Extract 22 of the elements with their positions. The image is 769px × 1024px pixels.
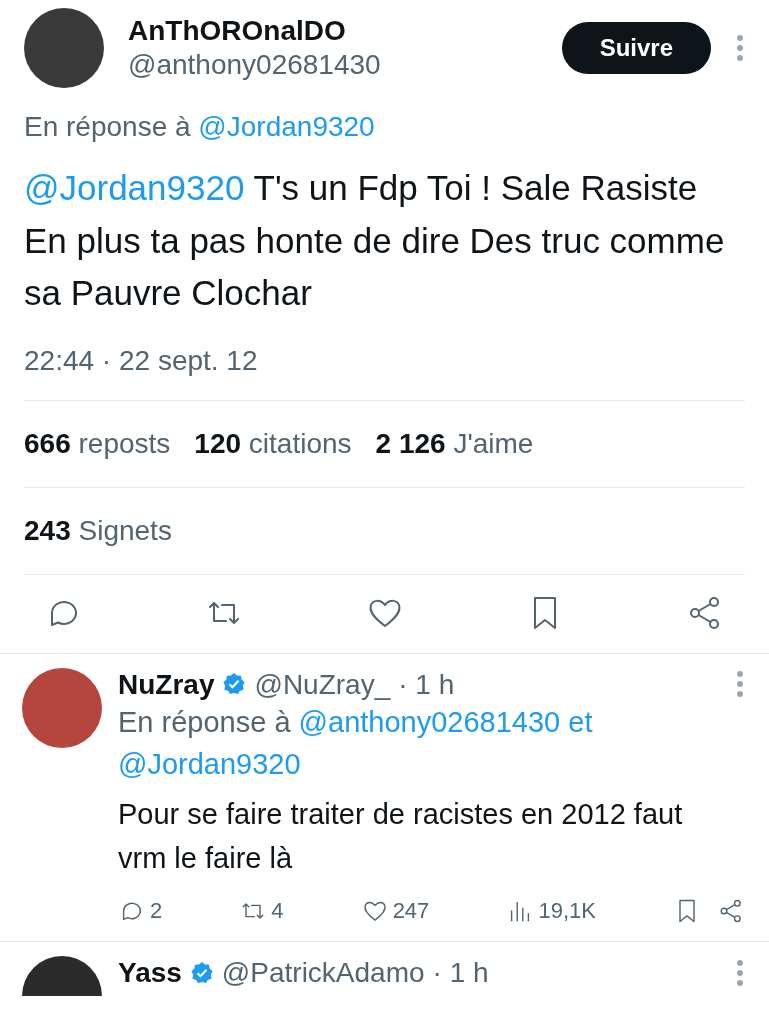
user-handle[interactable]: @NuZray_: [254, 667, 391, 702]
display-name[interactable]: NuZray: [118, 667, 215, 702]
post-time: · 1 h: [398, 667, 455, 702]
display-name[interactable]: AnThOROnalDO: [128, 14, 538, 48]
reply-count: 2: [150, 897, 163, 926]
bookmark-count[interactable]: 243 Signets: [24, 509, 172, 552]
view-count: 19,1K: [538, 897, 596, 926]
post-time: · 1 h: [432, 956, 489, 990]
display-name[interactable]: Yass: [118, 956, 182, 990]
tweet-text: @Jordan9320 T's un Fdp Toi ! Sale Rasiste En plus ta pas honte de dire Des truc comme sa Pauvre Clochar: [24, 167, 726, 314]
reply-text: Pour se faire traiter de racistes en 2012 faut vrm le faire là: [118, 797, 684, 876]
stat-count[interactable]: 120 citations: [194, 422, 352, 465]
user-handle[interactable]: @anthony02681430: [128, 48, 538, 82]
reply-context: En réponse à @Jordan9320: [24, 110, 376, 144]
repost-count: 4: [271, 897, 284, 926]
follow-button[interactable]: Suivre: [561, 22, 711, 74]
stat-count[interactable]: 666 reposts: [24, 422, 171, 465]
timestamp: 22:44 · 22 sept. 12: [24, 343, 259, 378]
reply-context: En réponse à @anthony02681430 et @Jordan9320: [118, 705, 594, 783]
like-count: 247: [392, 897, 430, 926]
stat-count[interactable]: 2 126 J'aime: [375, 422, 534, 465]
user-handle[interactable]: @PatrickAdamo: [221, 956, 425, 990]
